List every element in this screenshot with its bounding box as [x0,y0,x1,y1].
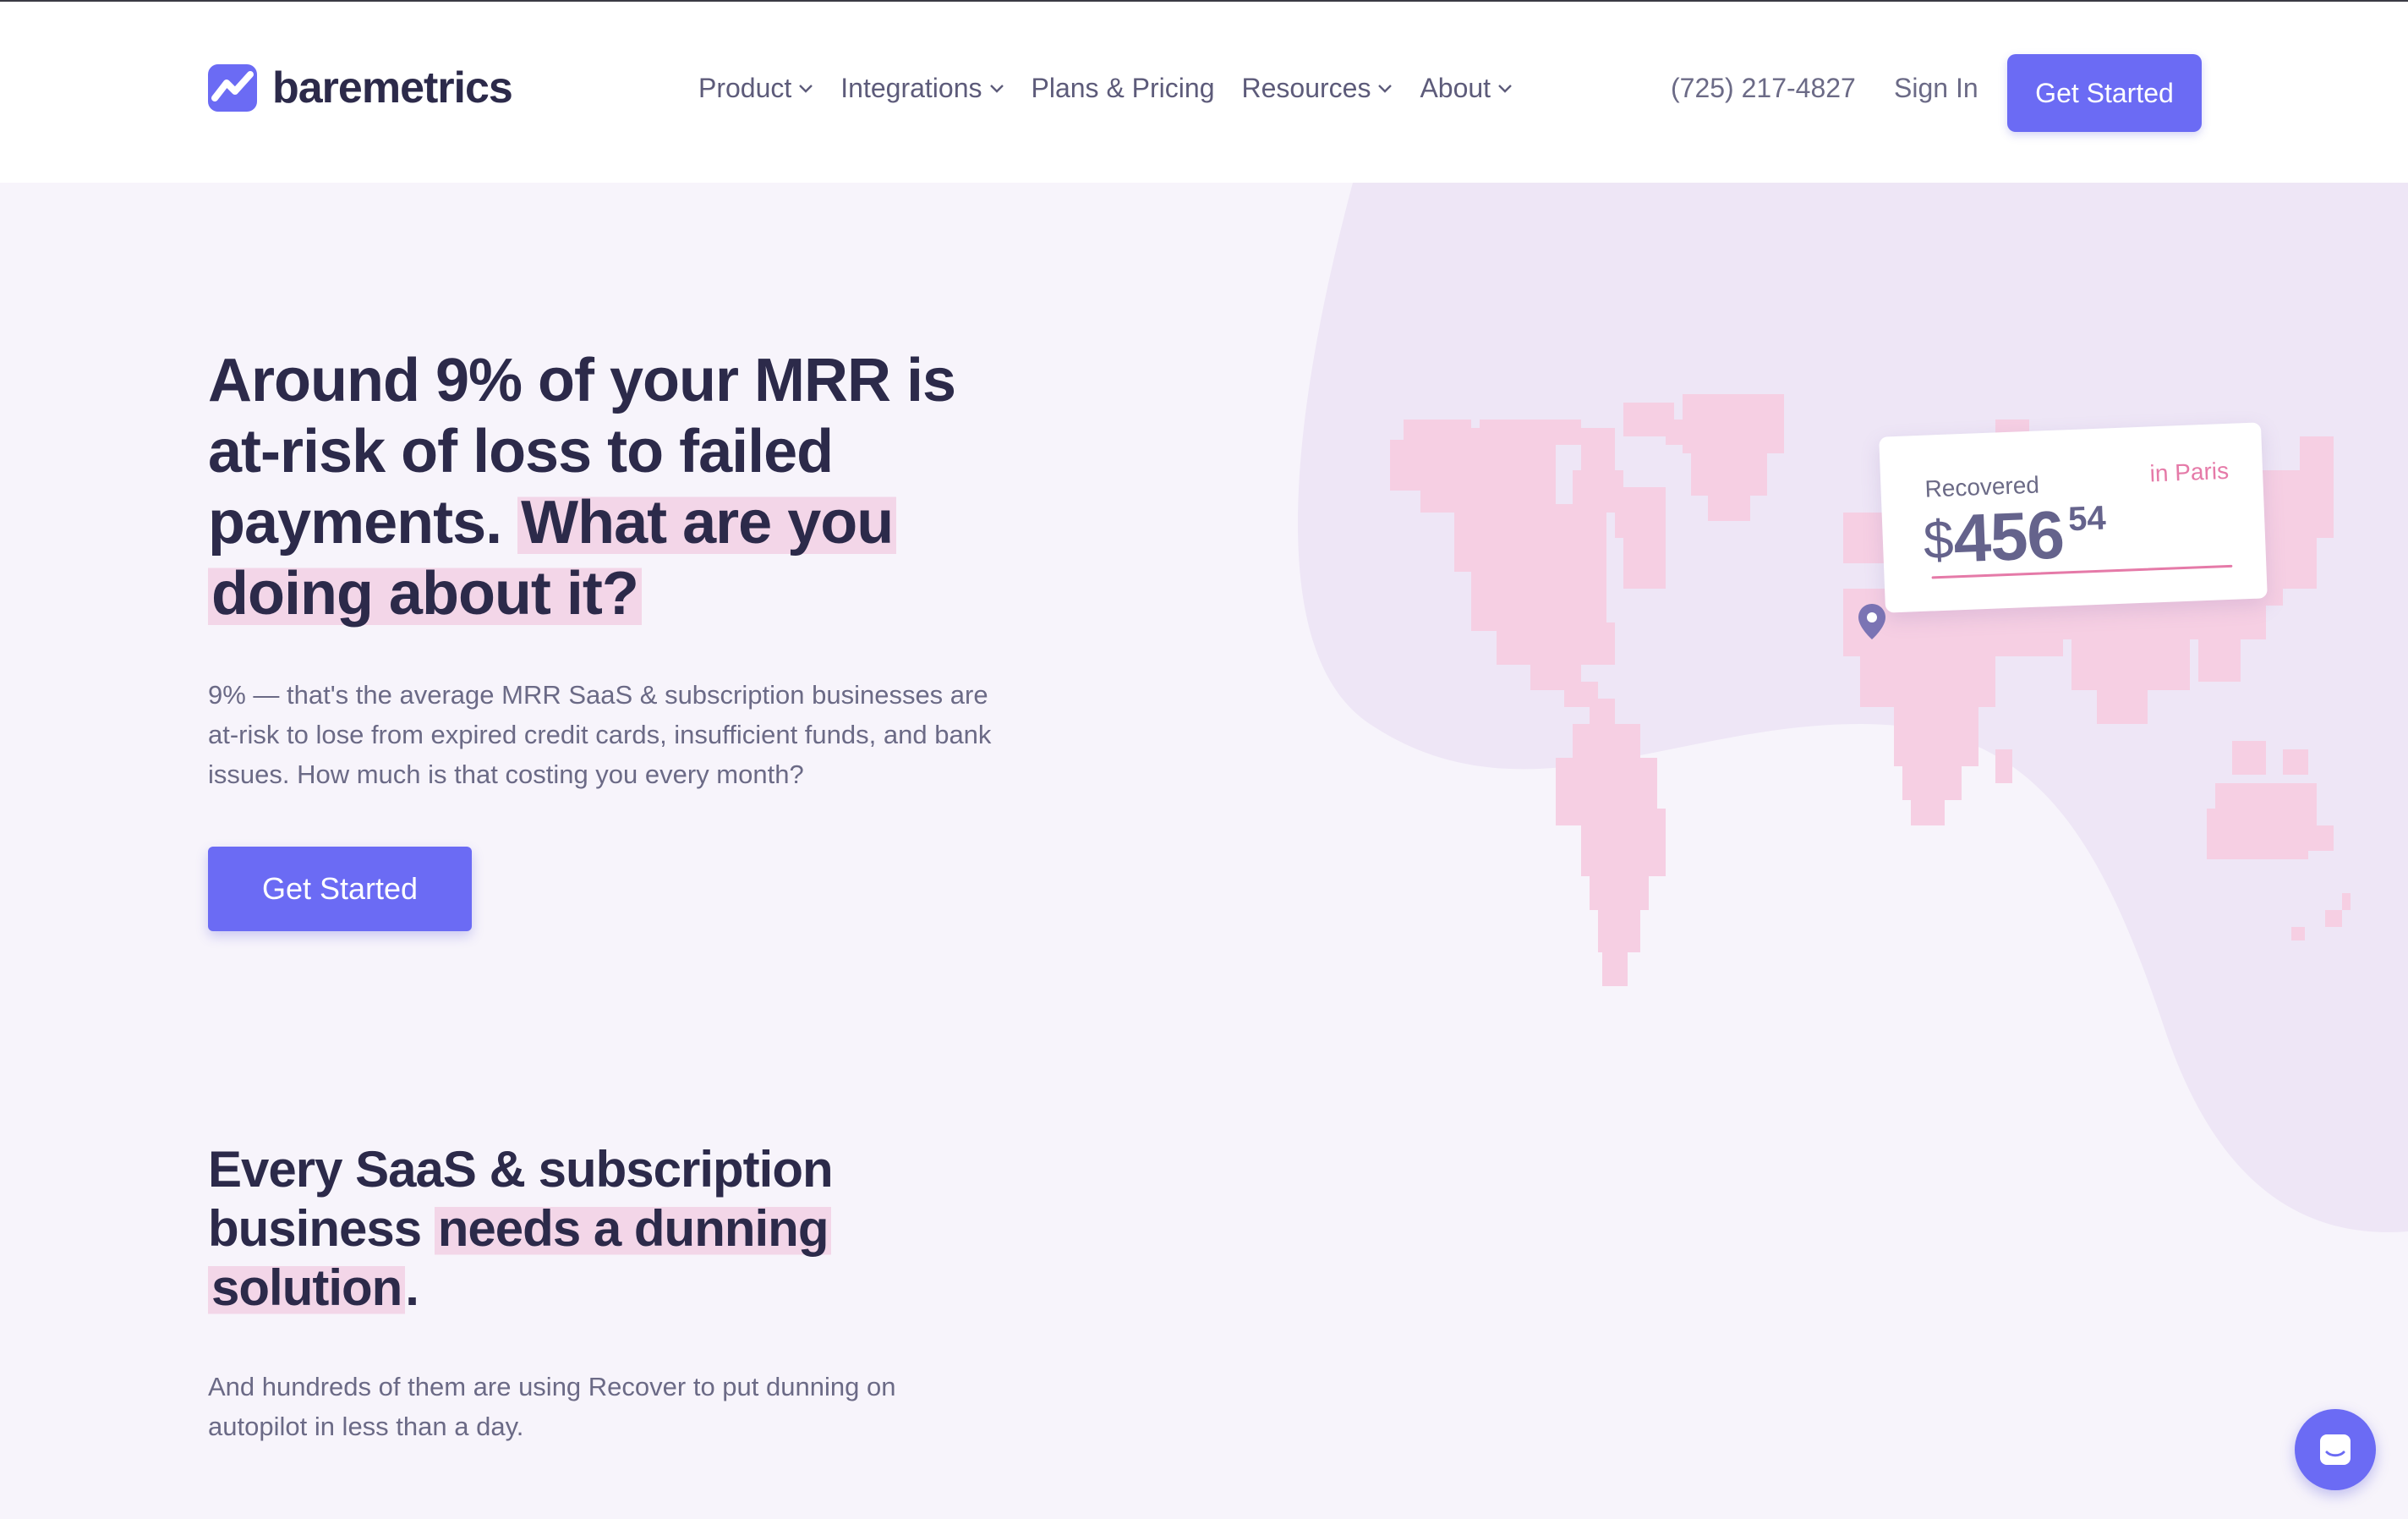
recovered-amount-main: 456 [1951,496,2066,577]
chevron-down-icon [989,84,1004,93]
hero-description: 9% — that's the average MRR SaaS & subsc… [208,680,992,789]
nav-item-integrations[interactable]: Integrations [840,73,1004,104]
nav-item-label: About [1420,73,1491,103]
site-header: baremetrics Product Integrations Plans &… [0,2,2408,183]
main-nav: Product Integrations Plans & Pricing Res… [698,73,1540,104]
hero-heading: Around 9% of your MRR is at-risk of loss… [208,345,1020,629]
nav-item-label: Integrations [840,73,982,103]
chevron-down-icon [1378,84,1393,93]
brand-logo[interactable]: baremetrics [208,63,513,113]
brand-name: baremetrics [272,63,513,112]
section2-heading-end: . [405,1259,419,1316]
nav-item-plans-pricing[interactable]: Plans & Pricing [1032,73,1215,104]
get-started-button-header[interactable]: Get Started [2007,54,2202,132]
chevron-down-icon [799,84,813,93]
nav-item-about[interactable]: About [1420,73,1513,104]
main-content: Around 9% of your MRR is at-risk of loss… [0,183,2408,1519]
chat-bubble-icon [2320,1434,2351,1465]
get-started-button-hero[interactable]: Get Started [208,847,472,931]
chevron-down-icon [1498,84,1512,93]
hero-heading-highlight: What are you [517,489,897,557]
recovered-card: Recovered in Paris $ 456 54 [1879,422,2268,613]
baremetrics-logo-icon [208,64,257,112]
section2-heading-highlight: solution [208,1259,406,1316]
nav-item-label: Plans & Pricing [1031,73,1215,103]
nav-item-resources[interactable]: Resources [1241,73,1393,104]
hero-heading-highlight: doing about it? [208,560,642,628]
chat-widget-button[interactable] [2295,1409,2376,1490]
nav-item-product[interactable]: Product [698,73,813,104]
recovered-currency: $ [1922,508,1955,571]
nav-item-label: Resources [1241,73,1371,103]
recovered-amount: $ 456 54 [1922,496,2107,577]
section2-heading: Every SaaS & subscription business needs… [208,1140,969,1318]
sign-in-link[interactable]: Sign In [1894,73,1978,104]
section2-description: And hundreds of them are using Recover t… [208,1372,896,1441]
location-pin-icon [1858,604,1885,639]
nav-item-label: Product [698,73,792,103]
recovered-city: in Paris [2149,457,2230,487]
phone-link[interactable]: (725) 217-4827 [1671,73,1856,104]
section2-heading-highlight: needs a dunning [434,1200,832,1257]
recovered-amount-cents: 54 [2067,499,2107,539]
